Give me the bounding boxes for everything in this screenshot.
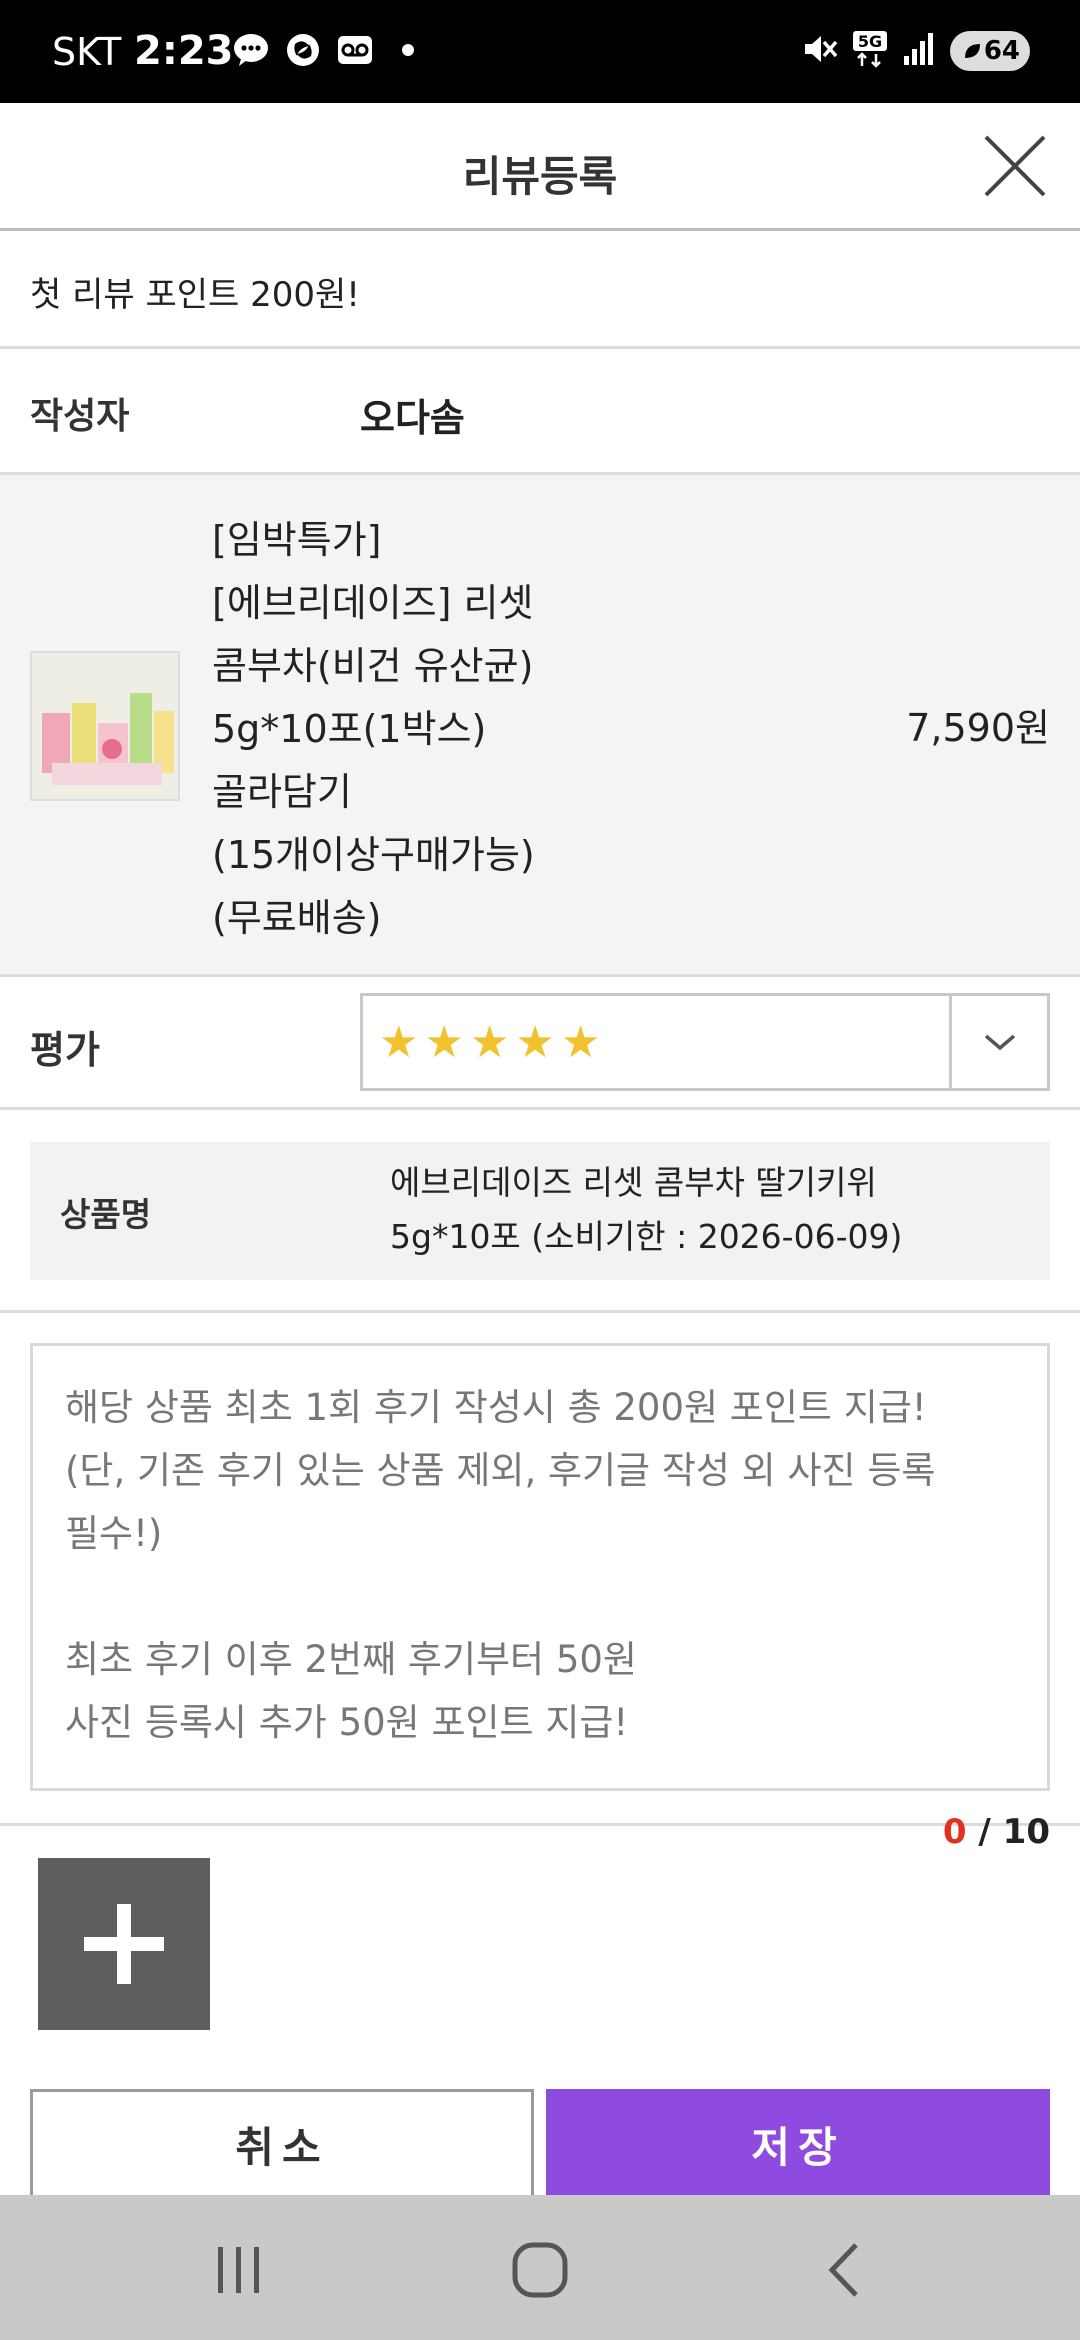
clock: 2:23 <box>134 28 234 74</box>
plus-icon <box>84 1904 164 1984</box>
rating-select[interactable]: ★ ★ ★ ★ ★ <box>360 993 1050 1091</box>
photo-count-separator: / <box>966 1812 1003 1852</box>
rating-dropdown-button[interactable] <box>949 996 1047 1088</box>
photo-count-max: 10 <box>1002 1812 1050 1852</box>
status-bar: SKT 2:23 5G 64 <box>0 0 1080 103</box>
placeholder-line: 필수!) <box>65 1512 163 1555</box>
option-box: 상품명 에브리데이즈 리셋 콤부차 딸기키위 5g*10포 (소비기한 : 20… <box>30 1142 1050 1280</box>
photo-counter: 0 / 10 <box>943 1812 1050 1852</box>
author-name: 오다솜 <box>360 396 465 440</box>
review-placeholder: 해당 상품 최초 1회 후기 작성시 총 200원 포인트 지급! (단, 기존… <box>65 1376 1025 1754</box>
close-icon <box>984 135 1046 197</box>
rating-label: 평가 <box>30 1028 100 1072</box>
recent-apps-icon <box>218 2247 259 2293</box>
product-name-line: 골라담기 <box>212 770 352 814</box>
product-name-line: (무료배송) <box>212 896 382 940</box>
close-button[interactable] <box>980 131 1050 201</box>
home-icon <box>512 2242 568 2298</box>
star-icon: ★ <box>515 1017 555 1068</box>
star-icon: ★ <box>424 1017 464 1068</box>
placeholder-line: (단, 기존 후기 있는 상품 제외, 후기글 작성 외 사진 등록 <box>65 1449 936 1492</box>
add-photo-button[interactable] <box>38 1858 210 2030</box>
placeholder-line: 사진 등록시 추가 50원 포인트 지급! <box>65 1701 629 1744</box>
recent-apps-button[interactable] <box>204 2235 274 2305</box>
svg-text:5G: 5G <box>858 32 882 51</box>
product-info: [임박특가] [에브리데이즈] 리셋 콤부차(비건 유산균) 5g*10포(1박… <box>0 475 1080 977</box>
placeholder-line: 해당 상품 최초 1회 후기 작성시 총 200원 포인트 지급! <box>65 1386 927 1429</box>
product-thumbnail <box>30 651 180 801</box>
star-icon: ★ <box>379 1017 419 1068</box>
review-textarea[interactable]: 해당 상품 최초 1회 후기 작성시 총 200원 포인트 지급! (단, 기존… <box>30 1343 1050 1791</box>
cancel-button[interactable]: 취소 <box>30 2089 534 2199</box>
battery-icon: 64 <box>950 31 1030 71</box>
option-value-line: 에브리데이즈 리셋 콤부차 딸기키위 <box>390 1163 877 1202</box>
back-icon <box>828 2243 858 2297</box>
product-name: [임박특가] [에브리데이즈] 리셋 콤부차(비건 유산균) 5g*10포(1박… <box>212 509 652 950</box>
product-price: 7,590원 <box>906 706 1050 750</box>
author-row: 작성자 오다솜 <box>0 349 1080 475</box>
back-button[interactable] <box>810 2235 880 2305</box>
placeholder-line: 최초 후기 이후 2번째 후기부터 50원 <box>65 1638 637 1681</box>
divider <box>0 1823 1080 1826</box>
point-notice: 첫 리뷰 포인트 200원! <box>0 231 1080 349</box>
chevron-down-icon <box>984 1034 1015 1051</box>
samsung-pay-icon <box>284 32 322 68</box>
point-notice-text: 첫 리뷰 포인트 200원! <box>30 275 360 315</box>
product-name-line: [임박특가] <box>212 518 382 562</box>
page-title: 리뷰등록 <box>462 152 618 201</box>
header: 리뷰등록 <box>0 103 1080 231</box>
star-icon: ★ <box>560 1017 601 1068</box>
placeholder-line <box>65 1565 1025 1628</box>
voicemail-icon <box>336 32 374 68</box>
battery-level: 64 <box>983 36 1020 66</box>
option-label: 상품명 <box>60 1195 152 1234</box>
carrier-label: SKT <box>52 30 122 74</box>
system-nav-bar <box>0 2195 1080 2340</box>
product-name-line: 5g*10포(1박스) <box>212 707 487 751</box>
star-rating: ★ ★ ★ ★ ★ <box>379 1018 600 1068</box>
home-button[interactable] <box>505 2235 575 2305</box>
5g-icon: 5G <box>852 30 888 72</box>
chat-bubble-icon <box>232 32 270 68</box>
author-label: 작성자 <box>30 396 130 437</box>
photo-count-current: 0 <box>942 1812 967 1852</box>
mute-icon <box>802 32 838 70</box>
star-icon: ★ <box>469 1017 510 1068</box>
rating-row: 평가 ★ ★ ★ ★ ★ <box>0 977 1080 1110</box>
option-value: 에브리데이즈 리셋 콤부차 딸기키위 5g*10포 (소비기한 : 2026-0… <box>390 1156 902 1264</box>
product-name-line: 콤부차(비건 유산균) <box>212 644 534 688</box>
notification-dot <box>402 44 414 56</box>
signal-icon <box>902 32 936 70</box>
save-button[interactable]: 저장 <box>546 2089 1050 2199</box>
option-value-line: 5g*10포 (소비기한 : 2026-06-09) <box>390 1217 903 1256</box>
product-name-line: [에브리데이즈] 리셋 <box>212 581 534 625</box>
option-section: 상품명 에브리데이즈 리셋 콤부차 딸기키위 5g*10포 (소비기한 : 20… <box>0 1110 1080 1313</box>
product-name-line: (15개이상구매가능) <box>212 833 535 877</box>
